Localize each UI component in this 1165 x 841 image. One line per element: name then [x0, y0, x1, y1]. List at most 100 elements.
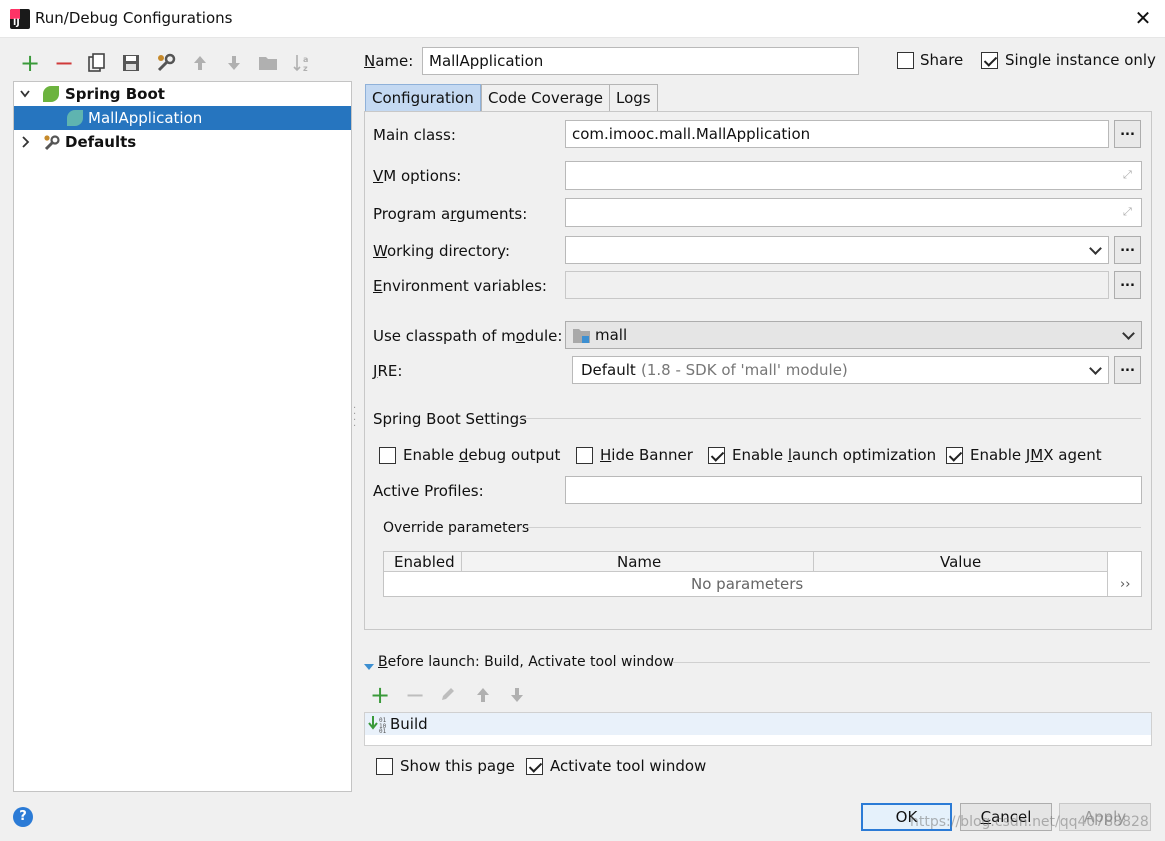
sort-icon[interactable]: az [291, 52, 313, 74]
debug-output-label: Enable debug output [403, 446, 561, 464]
no-parameters-text: No parameters [691, 575, 804, 593]
tab-logs[interactable]: Logs [609, 84, 658, 112]
column-divider [461, 552, 462, 572]
configuration-tree[interactable]: Spring Boot MallApplication Defaults [13, 81, 352, 792]
hide-banner-checkbox[interactable] [576, 447, 593, 464]
working-dir-browse-button[interactable]: ... [1114, 236, 1141, 264]
expand-icon[interactable]: ⤢ [1123, 206, 1135, 218]
spring-boot-settings-label: Spring Boot Settings [373, 410, 527, 428]
copy-icon[interactable] [86, 52, 108, 74]
before-launch-down-icon[interactable] [509, 686, 525, 708]
program-args-input[interactable]: ⤢ [565, 198, 1142, 227]
column-header-value[interactable]: Value [940, 553, 981, 571]
show-page-checkbox[interactable] [376, 758, 393, 775]
activate-tool-window-label: Activate tool window [550, 757, 707, 775]
jre-browse-button[interactable]: ... [1114, 356, 1141, 384]
tree-node-spring-boot[interactable]: Spring Boot [14, 82, 351, 106]
save-icon[interactable] [120, 52, 142, 74]
svg-text:01: 01 [379, 728, 387, 733]
section-separator [518, 418, 1141, 419]
tab-configuration[interactable]: Configuration [365, 84, 481, 112]
main-class-label: Main class: [373, 126, 456, 144]
jre-combo[interactable]: Default (1.8 - SDK of 'mall' module) [572, 356, 1109, 384]
move-up-icon[interactable] [189, 52, 211, 74]
list-item[interactable]: 01 10 01 Build [365, 713, 1151, 735]
more-icon[interactable]: ›› [1120, 577, 1130, 592]
share-checkbox[interactable] [897, 52, 914, 69]
env-vars-label: Environment variables: [373, 277, 547, 295]
jre-detail: (1.8 - SDK of 'mall' module) [641, 361, 848, 379]
move-down-icon[interactable] [223, 52, 245, 74]
before-launch-remove-icon[interactable]: − [405, 683, 425, 707]
tree-node-mallapplication[interactable]: MallApplication [14, 106, 351, 130]
column-divider [813, 552, 814, 572]
splitter-grip[interactable]: · · · · [353, 404, 357, 432]
folder-icon[interactable] [257, 52, 279, 74]
program-args-label: Program arguments: [373, 205, 528, 223]
svg-text:a: a [303, 55, 308, 64]
chevron-right-icon[interactable] [19, 130, 31, 162]
classpath-label: Use classpath of module: [373, 327, 563, 345]
launch-optimization-checkbox[interactable] [708, 447, 725, 464]
pencil-icon[interactable] [440, 686, 456, 706]
classpath-module-combo[interactable]: mall [565, 321, 1142, 349]
main-class-input[interactable]: com.imooc.mall.MallApplication [565, 120, 1109, 148]
share-label: Share [920, 51, 964, 69]
intellij-app-icon [10, 9, 30, 29]
main-class-browse-button[interactable]: ... [1114, 120, 1141, 148]
show-page-label: Show this page [400, 757, 515, 775]
single-instance-label: Single instance only [1005, 51, 1156, 69]
working-dir-combo[interactable] [565, 236, 1109, 264]
jre-value: Default [581, 361, 636, 379]
window-title: Run/Debug Configurations [35, 9, 233, 27]
help-icon[interactable]: ? [13, 807, 33, 827]
module-folder-icon [572, 328, 592, 348]
activate-tool-window-checkbox[interactable] [526, 758, 543, 775]
override-separator [525, 527, 1141, 528]
table-header [384, 552, 1108, 572]
active-profiles-input[interactable] [565, 476, 1142, 504]
jmx-agent-label: Enable JMX agent [970, 446, 1102, 464]
spring-leaf-icon [43, 86, 59, 102]
chevron-down-icon[interactable] [1089, 362, 1102, 375]
watermark-text: https://blog.csdn.net/qq40788828 [910, 814, 1149, 830]
tree-label-defaults: Defaults [65, 133, 137, 151]
tree-label-spring-boot: Spring Boot [65, 85, 165, 103]
column-header-name[interactable]: Name [617, 553, 661, 571]
collapse-triangle-icon[interactable] [364, 658, 374, 676]
debug-output-checkbox[interactable] [379, 447, 396, 464]
env-vars-input[interactable] [565, 271, 1109, 299]
wrench-icon[interactable] [155, 52, 177, 74]
column-divider [1107, 552, 1108, 596]
name-input[interactable]: MallApplication [422, 47, 859, 75]
spring-app-icon [67, 110, 83, 126]
parameters-table[interactable]: Enabled Name Value No parameters ›› [383, 551, 1142, 597]
build-icon: 01 10 01 [368, 715, 388, 737]
jre-label: JRE: [373, 362, 403, 380]
before-launch-up-icon[interactable] [475, 686, 491, 708]
name-label: Name: [364, 52, 414, 70]
working-dir-label: Working directory: [373, 242, 511, 260]
tree-node-defaults[interactable]: Defaults [14, 130, 351, 154]
env-vars-browse-button[interactable]: ... [1114, 271, 1141, 299]
column-header-enabled[interactable]: Enabled [394, 553, 455, 571]
before-launch-list[interactable]: 01 10 01 Build [364, 712, 1152, 746]
classpath-module-value: mall [595, 326, 628, 344]
chevron-down-icon[interactable] [1089, 242, 1102, 255]
jmx-agent-checkbox[interactable] [946, 447, 963, 464]
single-instance-checkbox[interactable] [981, 52, 998, 69]
active-profiles-label: Active Profiles: [373, 482, 484, 500]
before-launch-label: Before launch: Build, Activate tool wind… [378, 654, 675, 670]
chevron-down-icon[interactable] [1122, 327, 1135, 340]
defaults-wrench-icon [43, 134, 61, 159]
close-icon[interactable]: ✕ [1130, 5, 1156, 31]
expand-icon[interactable]: ⤢ [1123, 169, 1135, 181]
before-launch-separator [672, 662, 1150, 663]
before-launch-add-icon[interactable]: + [370, 683, 390, 707]
add-icon[interactable]: + [19, 49, 41, 77]
remove-icon[interactable]: − [53, 49, 75, 77]
tab-code-coverage[interactable]: Code Coverage [481, 84, 611, 112]
vm-options-input[interactable]: ⤢ [565, 161, 1142, 190]
launch-optimization-label: Enable launch optimization [732, 446, 937, 464]
build-item-label: Build [390, 715, 428, 733]
